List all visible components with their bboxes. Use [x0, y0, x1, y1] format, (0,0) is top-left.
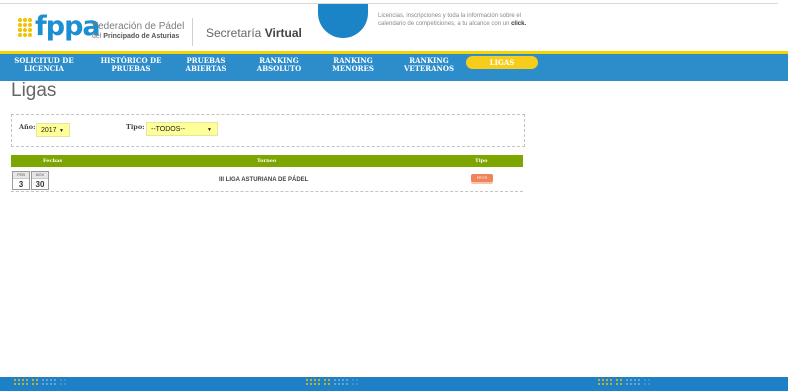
main-nav: SOLICITUD DE LICENCIA HISTÓRICO DE PRUEBAS… [0, 51, 788, 81]
nav-ranking-absoluto[interactable]: RANKING ABSOLUTO [252, 57, 306, 73]
nav-ligas[interactable]: LIGAS [466, 56, 538, 69]
tipo-badge: FEYS [471, 174, 493, 182]
header-info-text: Licencias, inscripciones y toda la infor… [378, 13, 527, 27]
year-select[interactable]: 2017 ▼ [36, 123, 70, 137]
torneo-name[interactable]: III LIGA ASTURIANA DE PÁDEL [219, 177, 308, 183]
nav-ranking-menores[interactable]: RANKING MENORES [328, 57, 378, 73]
table-header: Fechas Torneo Tipo [11, 155, 523, 167]
nav-historico-pruebas[interactable]: HISTÓRICO DE PRUEBAS [98, 57, 164, 73]
footer-dots-icon [598, 379, 650, 385]
year-label: Año: [19, 123, 36, 131]
chevron-down-icon: ▼ [59, 128, 64, 134]
type-select[interactable]: --TODOS-- ▼ [146, 122, 218, 136]
header-divider [192, 18, 193, 46]
nav-pruebas-abiertas[interactable]: PRUEBAS ABIERTAS [182, 57, 230, 73]
federation-line1: Federación de Pádel [92, 21, 185, 32]
footer-dots-icon [306, 379, 358, 385]
page-title: Ligas [11, 80, 57, 101]
chevron-down-icon: ▼ [207, 127, 212, 133]
column-torneo: Torneo [257, 158, 277, 164]
end-date: NOV 30 [31, 171, 49, 190]
site-header: fppa Federación de Pádel del Principado … [0, 4, 788, 48]
fppa-logo[interactable]: fppa [18, 11, 101, 42]
logo-text: fppa [35, 11, 101, 42]
nav-ranking-veteranos[interactable]: RANKING VETERANOS [400, 57, 458, 73]
federation-name: Federación de Pádel del Principado de As… [92, 22, 184, 42]
column-tipo: Tipo [475, 158, 488, 164]
logo-dots-icon [18, 17, 32, 37]
nav-solicitud-licencia[interactable]: SOLICITUD DE LICENCIA [10, 57, 78, 73]
filter-box: Año: 2017 ▼ Tipo: --TODOS-- ▼ [11, 114, 525, 147]
footer-dots-icon [14, 379, 66, 385]
secretaria-virtual-title: Secretaría Virtual [206, 26, 302, 40]
type-label: Tipo: [126, 123, 145, 131]
federation-line2: del Principado de Asturias [92, 33, 180, 40]
start-date: FEB 3 [12, 171, 30, 190]
decorative-blob [318, 4, 368, 38]
table-row[interactable]: FEB 3 NOV 30 III LIGA ASTURIANA DE PÁDEL… [11, 170, 523, 192]
column-fechas: Fechas [43, 158, 63, 164]
footer [0, 377, 788, 391]
